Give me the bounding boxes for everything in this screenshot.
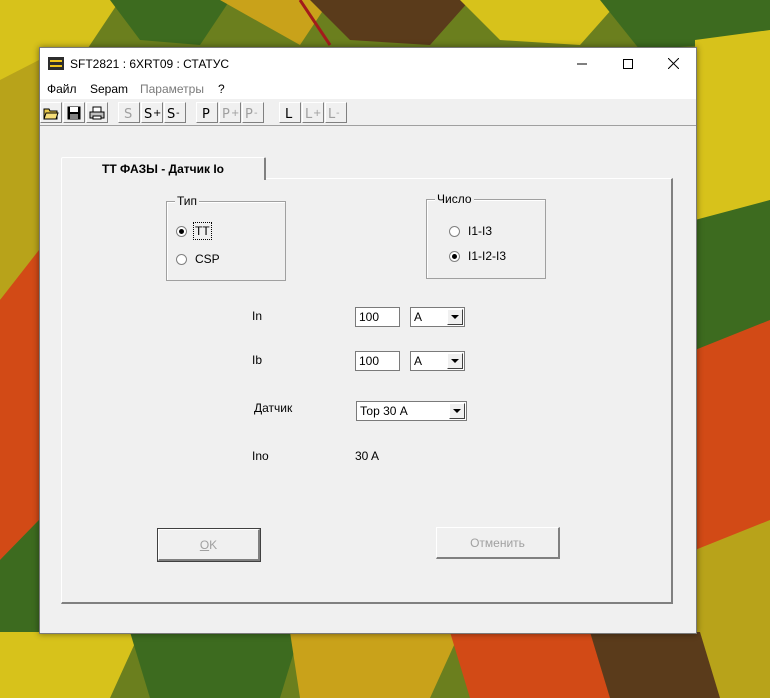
open-folder-icon: [43, 108, 59, 119]
l-minus-icon: L-: [328, 107, 340, 120]
close-icon: [667, 58, 679, 69]
tab-ct-phases[interactable]: ТТ ФАЗЫ - Датчик Io: [61, 157, 266, 180]
s-plus-icon: S +: [144, 107, 161, 120]
s-plus-button[interactable]: S +: [141, 102, 163, 123]
save-disk-icon: [67, 106, 81, 119]
l-plus-icon: L +: [305, 107, 321, 120]
s-minus-icon: S-: [167, 107, 180, 120]
l-button[interactable]: L: [279, 102, 301, 123]
type-ct-radio[interactable]: ТТ: [176, 222, 212, 240]
svg-text:S: S: [167, 107, 175, 120]
svg-text:P: P: [202, 107, 210, 120]
type-group: Тип ТТ CSP: [166, 194, 286, 281]
ib-unit-value: A: [414, 354, 423, 368]
svg-text:-: -: [254, 108, 258, 119]
ib-input[interactable]: [355, 351, 400, 371]
ib-label: Ib: [252, 353, 263, 367]
svg-text:P: P: [245, 107, 253, 120]
cancel-button-label: Отменить: [470, 535, 525, 550]
menu-bar: Файл Sepam Параметры ?: [40, 79, 696, 99]
count-group: Число I1-I3 I1-I2-I3: [426, 192, 546, 279]
svg-text:L: L: [285, 107, 293, 120]
s-minus-button[interactable]: S-: [164, 102, 186, 123]
cancel-button[interactable]: Отменить: [436, 527, 560, 559]
in-input[interactable]: [355, 307, 400, 327]
p-plus-icon: P +: [222, 107, 239, 120]
type-csp-radio[interactable]: CSP: [176, 251, 220, 267]
type-group-legend: Тип: [175, 194, 200, 208]
svg-text:L: L: [305, 107, 313, 120]
l-minus-button[interactable]: L-: [325, 102, 347, 123]
s-icon: S: [124, 107, 132, 120]
p-icon: P: [202, 107, 210, 120]
menu-file[interactable]: Файл: [47, 82, 77, 96]
chevron-down-icon[interactable]: [449, 403, 465, 419]
count-i1-i3-radio[interactable]: I1-I3: [449, 223, 492, 239]
svg-text:-: -: [176, 108, 180, 119]
sensor-select[interactable]: Тор 30 А: [356, 401, 467, 421]
menu-parameters[interactable]: Параметры: [140, 82, 204, 96]
toolbar: S S + S- P P + P- L L + L-: [40, 101, 696, 126]
in-label: In: [252, 309, 263, 323]
radio-button[interactable]: [449, 225, 460, 237]
application-window: SFT2821 : 6XRT09 : СТАТУС Файл Sepam Пар…: [39, 47, 697, 634]
p-button[interactable]: P: [196, 102, 218, 123]
chevron-down-icon[interactable]: [447, 309, 463, 325]
window-title: SFT2821 : 6XRT09 : СТАТУС: [70, 57, 230, 71]
radio-button[interactable]: [449, 250, 460, 262]
svg-text:S: S: [144, 107, 152, 120]
svg-text:P: P: [222, 107, 230, 120]
count-i1-i3-label: I1-I3: [468, 224, 493, 238]
title-bar[interactable]: SFT2821 : 6XRT09 : СТАТУС: [40, 48, 696, 79]
s-button[interactable]: S: [118, 102, 140, 123]
svg-text:+: +: [313, 108, 321, 119]
tab-label: ТТ ФАЗЫ - Датчик Io: [102, 162, 224, 176]
sensor-label: Датчик: [254, 401, 293, 415]
count-i1-i2-i3-label: I1-I2-I3: [468, 249, 507, 263]
count-i1-i2-i3-radio[interactable]: I1-I2-I3: [449, 248, 506, 264]
print-button[interactable]: [86, 102, 108, 123]
save-button[interactable]: [63, 102, 85, 123]
ib-unit-select[interactable]: A: [410, 351, 465, 371]
p-plus-button[interactable]: P +: [219, 102, 241, 123]
ok-button[interactable]: OK: [157, 528, 261, 562]
in-unit-select[interactable]: A: [410, 307, 465, 327]
l-icon: L: [285, 107, 293, 120]
tab-panel: Тип ТТ CSP Число I1-I3 I1-I2-I3 In 100 A…: [61, 178, 673, 604]
type-csp-label: CSP: [195, 252, 220, 266]
printer-icon: [89, 106, 105, 119]
radio-button[interactable]: [176, 253, 187, 265]
type-ct-label: ТТ: [193, 222, 212, 240]
radio-button[interactable]: [176, 225, 187, 237]
sensor-value: Тор 30 А: [360, 404, 408, 418]
ino-value: 30 A: [355, 449, 380, 463]
p-minus-icon: P-: [245, 107, 258, 120]
maximize-icon: [623, 58, 633, 69]
count-group-legend: Число: [435, 192, 474, 206]
l-plus-button[interactable]: L +: [302, 102, 324, 123]
svg-text:L: L: [328, 107, 336, 120]
maximize-button[interactable]: [605, 48, 651, 79]
ino-label: Ino: [252, 449, 269, 463]
ok-button-label: OK: [199, 537, 218, 552]
svg-text:+: +: [153, 108, 161, 119]
svg-text:S: S: [124, 107, 132, 120]
minimize-button[interactable]: [559, 48, 605, 79]
menu-help[interactable]: ?: [218, 82, 225, 96]
open-button[interactable]: [40, 102, 62, 123]
svg-text:+: +: [231, 108, 239, 119]
close-button[interactable]: [650, 48, 696, 79]
chevron-down-icon[interactable]: [447, 353, 463, 369]
minimize-icon: [577, 63, 587, 64]
in-unit-value: A: [414, 310, 423, 324]
menu-sepam[interactable]: Sepam: [90, 82, 128, 96]
p-minus-button[interactable]: P-: [242, 102, 264, 123]
svg-text:-: -: [336, 108, 340, 119]
app-icon: [48, 57, 64, 70]
